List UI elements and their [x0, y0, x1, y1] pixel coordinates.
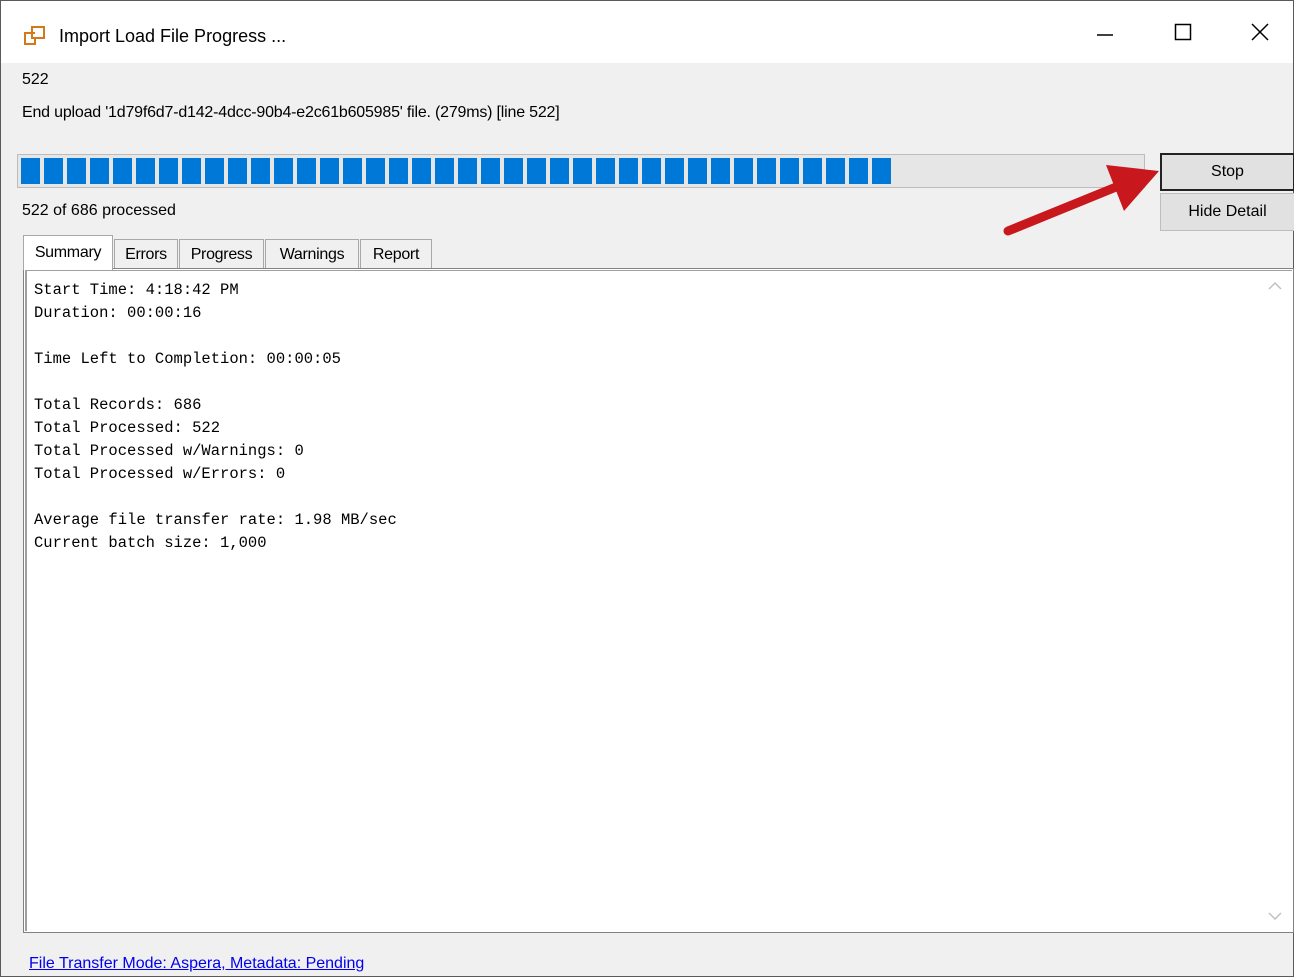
- title-bar[interactable]: Import Load File Progress ...: [1, 1, 1293, 63]
- chevron-up-icon[interactable]: [1268, 281, 1282, 291]
- hide-detail-button[interactable]: Hide Detail: [1160, 193, 1294, 231]
- tab-summary[interactable]: Summary: [23, 235, 113, 270]
- minimize-icon: [1097, 34, 1113, 36]
- tab-report[interactable]: Report: [360, 239, 432, 269]
- current-line-number: 522: [22, 71, 49, 88]
- stop-button[interactable]: Stop: [1160, 153, 1294, 191]
- processed-count: 522 of 686 processed: [22, 202, 176, 219]
- tab-progress[interactable]: Progress: [179, 239, 264, 269]
- summary-panel[interactable]: Start Time: 4:18:42 PM Duration: 00:00:1…: [23, 268, 1294, 933]
- file-transfer-mode-link[interactable]: File Transfer Mode: Aspera, Metadata: Pe…: [29, 955, 364, 973]
- close-button[interactable]: [1221, 1, 1294, 63]
- minimize-button[interactable]: [1066, 1, 1144, 63]
- tab-errors[interactable]: Errors: [114, 239, 178, 269]
- progress-bar-fill: [21, 158, 891, 184]
- progress-bar: [17, 154, 1145, 188]
- maximize-button[interactable]: [1144, 1, 1222, 63]
- close-icon: [1251, 23, 1269, 41]
- import-windows-icon: [24, 26, 45, 45]
- summary-text-area[interactable]: Start Time: 4:18:42 PM Duration: 00:00:1…: [25, 270, 1292, 931]
- vertical-scrollbar[interactable]: [1260, 271, 1292, 931]
- maximize-icon: [1174, 23, 1192, 41]
- summary-text: Start Time: 4:18:42 PM Duration: 00:00:1…: [34, 281, 397, 552]
- window-title: Import Load File Progress ...: [59, 26, 287, 46]
- status-message: End upload '1d79f6d7-d142-4dcc-90b4-e2c6…: [22, 104, 560, 121]
- chevron-down-icon[interactable]: [1268, 911, 1282, 921]
- tab-warnings[interactable]: Warnings: [265, 239, 359, 269]
- import-progress-window: Import Load File Progress ... 522 End up…: [0, 0, 1294, 977]
